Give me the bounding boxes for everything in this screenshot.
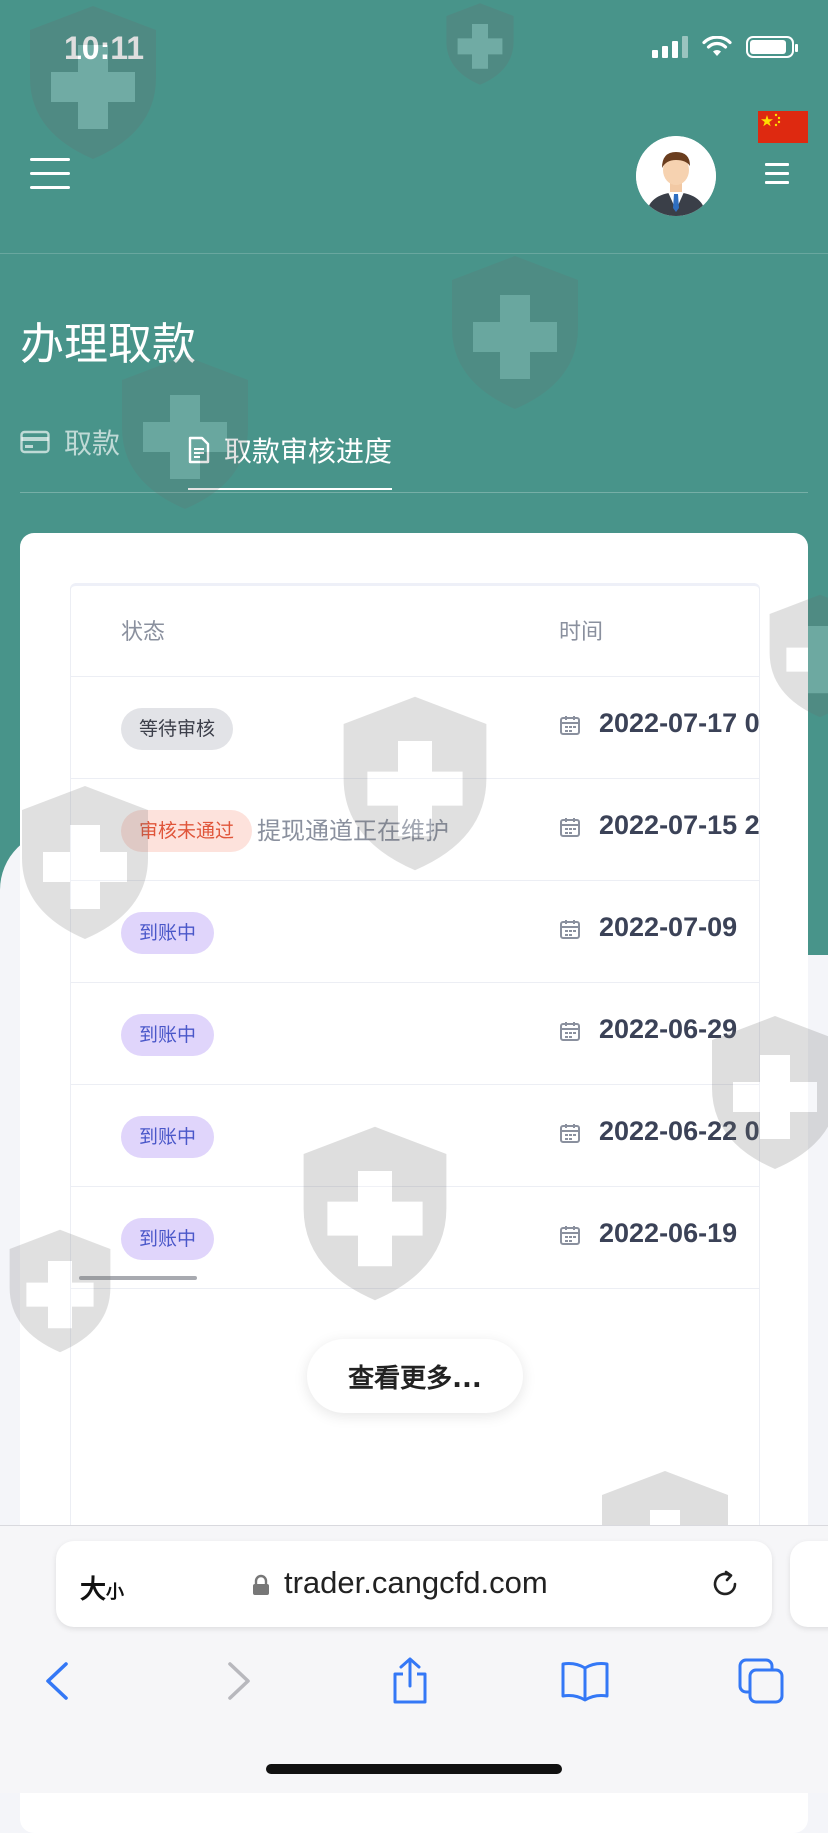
row-date: 2022-07-17 0 xyxy=(599,708,760,738)
table-row: 到账中 2022-06-19 xyxy=(71,1186,759,1289)
row-date: 2022-06-19 xyxy=(599,1218,738,1248)
document-icon xyxy=(188,436,210,464)
status-badge: 到账中 xyxy=(121,912,215,954)
row-date: 2022-06-29 xyxy=(599,1014,738,1044)
table-row: 审核未通过 提现通道正在维护 2022-07-15 2 xyxy=(71,778,759,881)
header-divider xyxy=(0,253,828,254)
calendar-icon xyxy=(559,714,581,736)
table-row: 等待审核 2022-07-17 0 xyxy=(71,676,759,779)
table-row: 到账中 2022-06-22 0 xyxy=(71,1084,759,1187)
text-size-button[interactable]: 大小 xyxy=(80,1569,124,1606)
status-badge: 到账中 xyxy=(121,1218,215,1260)
table-row: 到账中 2022-07-09 xyxy=(71,880,759,983)
wifi-icon xyxy=(702,36,732,56)
tab-withdraw-label: 取款 xyxy=(64,427,121,460)
tabs-icon[interactable] xyxy=(736,1656,786,1706)
table-row: 到账中 2022-06-29 xyxy=(71,982,759,1085)
horizontal-scrollbar[interactable] xyxy=(79,1276,197,1280)
next-tab-preview[interactable] xyxy=(790,1541,828,1627)
calendar-icon xyxy=(559,918,581,940)
calendar-icon xyxy=(559,816,581,838)
table-header: 状态 时间 xyxy=(71,586,759,677)
calendar-icon xyxy=(559,1122,581,1144)
china-flag-icon[interactable] xyxy=(758,111,808,143)
status-badge: 到账中 xyxy=(121,1014,215,1056)
forward-icon[interactable] xyxy=(212,1656,262,1706)
status-badge: 等待审核 xyxy=(121,708,234,750)
status-badge: 审核未通过 xyxy=(121,810,253,852)
tab-withdraw-progress[interactable]: 取款审核进度 xyxy=(188,422,393,490)
address-bar[interactable]: 大小 trader.cangcfd.com xyxy=(56,1541,772,1627)
avatar[interactable] xyxy=(636,136,716,216)
row-date: 2022-06-22 0 xyxy=(599,1116,760,1146)
header-time: 时间 xyxy=(559,620,604,645)
row-date: 2022-07-09 xyxy=(599,912,738,942)
withdraw-progress-table[interactable]: 状态 时间 等待审核 2022-07-17 0 审核未通过 提现通道正在维护 2022-… xyxy=(70,583,760,1587)
status-bar: 10:11 xyxy=(0,0,828,100)
status-note: 提现通道正在维护 xyxy=(257,817,449,845)
url-text: trader.cangcfd.com xyxy=(284,1565,548,1600)
credit-card-icon xyxy=(20,430,50,454)
home-indicator xyxy=(266,1764,562,1774)
share-icon[interactable] xyxy=(385,1656,435,1706)
cellular-signal-icon xyxy=(652,36,688,58)
calendar-icon xyxy=(559,1224,581,1246)
row-date: 2022-07-15 2 xyxy=(599,810,760,840)
browser-toolbar: 大小 trader.cangcfd.com xyxy=(0,1525,828,1793)
bookmarks-icon[interactable] xyxy=(560,1656,610,1706)
side-menu-button[interactable] xyxy=(30,158,72,190)
calendar-icon xyxy=(559,1020,581,1042)
page-title: 办理取款 xyxy=(20,319,196,370)
battery-icon xyxy=(746,36,798,58)
view-more-button[interactable]: 查看更多... xyxy=(307,1339,523,1413)
tab-bar: 取款 取款审核进度 xyxy=(20,410,808,493)
reload-icon[interactable] xyxy=(708,1567,742,1601)
tab-progress-label: 取款审核进度 xyxy=(224,435,393,468)
avatar-person-icon xyxy=(636,136,716,216)
status-time: 10:11 xyxy=(64,30,145,66)
lock-icon xyxy=(253,1574,269,1595)
back-icon[interactable] xyxy=(34,1656,84,1706)
header-status: 状态 xyxy=(121,620,166,645)
more-menu-button[interactable] xyxy=(765,163,791,185)
tab-withdraw[interactable]: 取款 xyxy=(20,422,120,462)
status-badge: 到账中 xyxy=(121,1116,215,1158)
